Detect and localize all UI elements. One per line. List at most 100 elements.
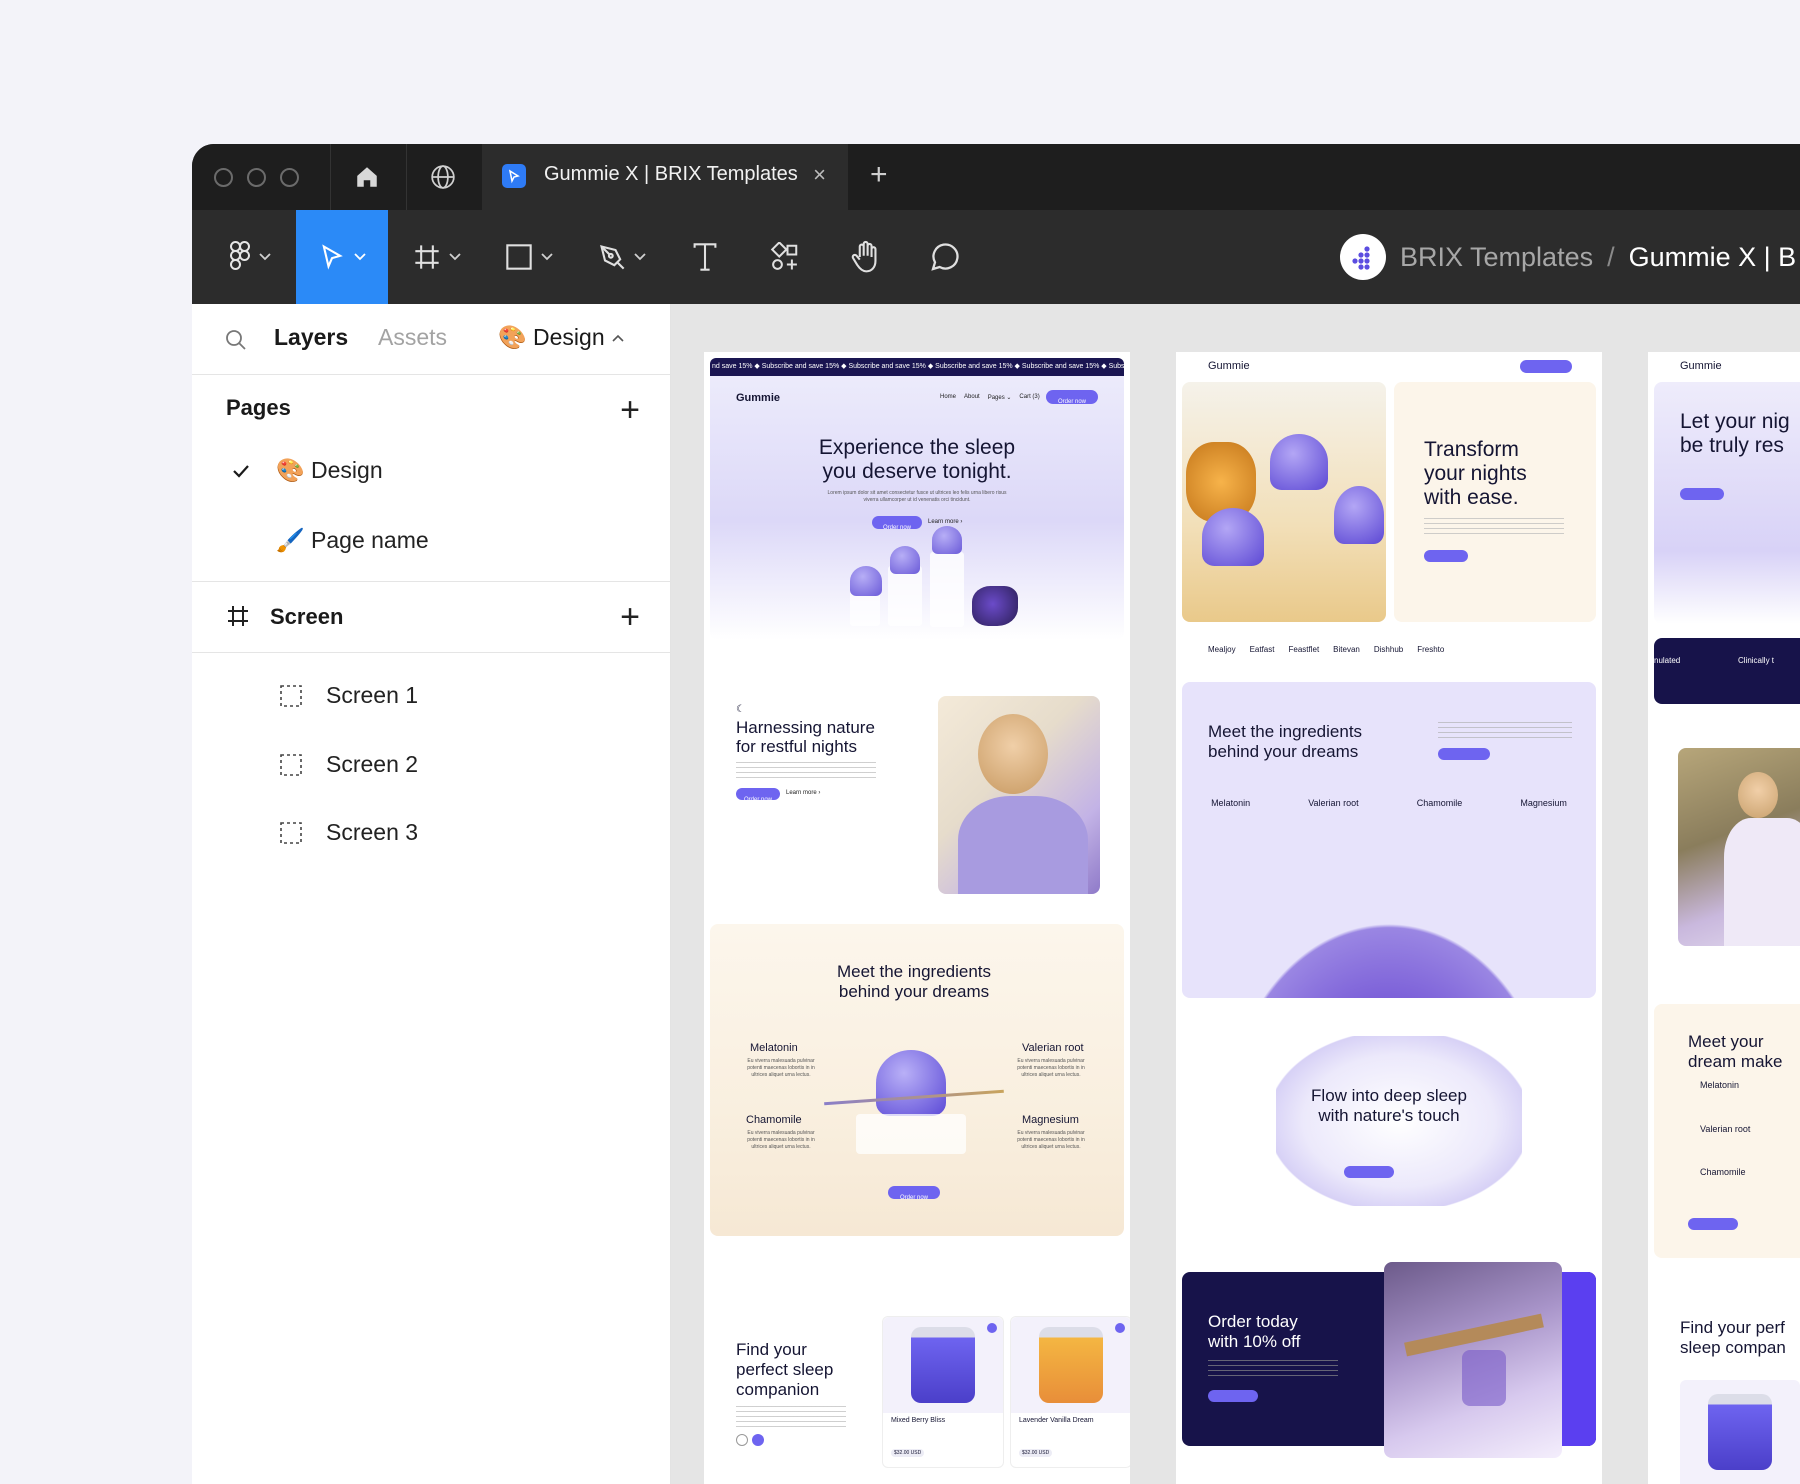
hero-title-line: Experience the sleep <box>818 436 1016 459</box>
product-name: Mixed Berry Bliss <box>891 1417 946 1424</box>
nav-about[interactable]: About <box>964 394 980 401</box>
tab-title: Gummie X | BRIX Templates <box>544 163 798 185</box>
woman-photo <box>938 696 1100 894</box>
figma-file-icon <box>502 164 526 188</box>
minimize-window-button[interactable] <box>247 168 266 187</box>
close-tab-icon[interactable]: × <box>813 162 826 188</box>
window-controls <box>214 168 299 187</box>
maximize-window-button[interactable] <box>280 168 299 187</box>
body-text-placeholder <box>1438 722 1572 740</box>
pen-tool-button[interactable] <box>586 210 658 304</box>
hero-title-line: you deserve tonight. <box>822 460 1012 483</box>
globe-icon[interactable] <box>428 162 458 192</box>
ingredients-cta-button[interactable]: Order now <box>888 1186 940 1201</box>
team-avatar[interactable] <box>1340 234 1386 280</box>
ingredient-valerian: Valerian root <box>1308 798 1359 808</box>
hero-learn-link[interactable]: Learn more › <box>928 519 962 525</box>
canvas[interactable]: nd save 15% ◆ Subscribe and save 15% ◆ S… <box>671 304 1800 1484</box>
shape-tool-button[interactable] <box>494 210 564 304</box>
screen-3-frame[interactable]: Gummie Let your nig be truly res nulated… <box>1648 352 1800 1484</box>
screen-2-frame[interactable]: Gummie Transform your nights with ease. … <box>1176 352 1602 1484</box>
screen-section-header[interactable]: Screen + <box>192 582 670 653</box>
hero-cta-button[interactable] <box>1680 488 1724 500</box>
resources-icon <box>770 242 798 270</box>
file-tab[interactable]: Gummie X | BRIX Templates × <box>482 144 848 210</box>
moon-icon: ☾ <box>736 704 745 715</box>
tab-assets[interactable]: Assets <box>378 324 447 351</box>
page-item-design[interactable]: 🎨 Design <box>232 457 383 484</box>
brix-logo-icon <box>1352 246 1370 270</box>
ingredients-cta-button[interactable] <box>1438 748 1490 760</box>
tab-design[interactable]: 🎨 Design <box>498 324 605 351</box>
dream-title: Meet your dream make <box>1688 1032 1782 1072</box>
chevron-up-icon[interactable] <box>612 334 624 342</box>
close-window-button[interactable] <box>214 168 233 187</box>
breadcrumb-file[interactable]: Gummie X | B <box>1629 242 1797 273</box>
carousel-prev-button[interactable] <box>736 1434 748 1446</box>
dream-makers-section: Meet your dream make Melatonin Valerian … <box>1654 1004 1800 1258</box>
product-card[interactable]: Mixed Berry Bliss $32.00 USD <box>882 1316 1004 1468</box>
feature-label: nulated <box>1654 656 1681 665</box>
text-icon <box>693 243 717 271</box>
layer-label: Screen 2 <box>326 751 419 777</box>
page-item-page-name[interactable]: 🖌️ Page name <box>276 527 429 554</box>
resources-tool-button[interactable] <box>760 210 810 304</box>
layer-screen-3[interactable]: Screen 3 <box>280 819 418 846</box>
transform-cta-button[interactable] <box>1424 550 1468 562</box>
breadcrumb: BRIX Templates / Gummie X | B <box>1340 234 1796 280</box>
search-icon[interactable] <box>224 328 248 352</box>
screen-title: Screen <box>270 604 344 629</box>
add-to-cart-icon[interactable] <box>1115 1323 1125 1333</box>
breadcrumb-team[interactable]: BRIX Templates <box>1400 242 1593 273</box>
text-tool-button[interactable] <box>680 210 730 304</box>
add-to-cart-icon[interactable] <box>987 1323 997 1333</box>
move-tool-button[interactable] <box>296 210 388 304</box>
brand-logo: Gummie <box>1208 360 1250 372</box>
product-card[interactable] <box>1680 1380 1800 1484</box>
hero-section: Let your nig be truly res <box>1654 382 1800 624</box>
chevron-down-icon <box>634 253 646 261</box>
hero-cta-button[interactable]: Order now <box>872 516 922 531</box>
nav-home[interactable]: Home <box>940 394 956 401</box>
layer-label: Screen 1 <box>326 682 419 708</box>
title-line: Transform <box>1424 438 1519 461</box>
new-tab-button[interactable]: + <box>870 158 888 192</box>
partner-logo: Bitevan <box>1333 645 1360 654</box>
frame-tool-button[interactable] <box>402 210 472 304</box>
nature-cta-button[interactable]: Order now <box>736 788 780 803</box>
ingredient-valerian: Valerian root <box>1700 1124 1751 1134</box>
cta-label: Order now <box>1057 399 1086 405</box>
title-line: Find your <box>736 1340 807 1359</box>
panel-tabs: Layers Assets 🎨 Design <box>192 304 670 375</box>
find-title: Find your perfect sleep companion <box>736 1340 833 1400</box>
home-icon[interactable] <box>352 162 382 192</box>
layer-screen-1[interactable]: Screen 1 <box>280 682 418 709</box>
ingredient-melatonin: Melatonin <box>1700 1080 1740 1090</box>
pen-icon <box>600 245 625 270</box>
layer-screen-2[interactable]: Screen 2 <box>280 751 418 778</box>
nav-cart[interactable]: Cart (3) <box>1019 394 1039 401</box>
comment-tool-button[interactable] <box>918 210 972 304</box>
dream-cta-button[interactable] <box>1688 1218 1738 1230</box>
tab-layers[interactable]: Layers <box>274 324 348 351</box>
order-cta-button[interactable] <box>1208 1390 1258 1402</box>
layers-panel: Layers Assets 🎨 Design Pages + 🎨 Design … <box>192 304 671 1484</box>
nav-cta-button[interactable] <box>1520 360 1572 373</box>
main-menu-button[interactable] <box>214 210 286 304</box>
carousel-next-button[interactable] <box>752 1434 764 1446</box>
add-page-button[interactable]: + <box>620 393 640 427</box>
frame-layer-icon <box>280 684 302 707</box>
title-line: dream make <box>1688 1052 1783 1071</box>
divider <box>406 144 407 210</box>
screen-1-frame[interactable]: nd save 15% ◆ Subscribe and save 15% ◆ S… <box>704 352 1130 1484</box>
ingredient-valerian: Valerian root <box>1022 1042 1084 1054</box>
flow-cta-button[interactable] <box>1344 1166 1394 1178</box>
nav-pages[interactable]: Pages ⌄ <box>988 394 1012 401</box>
nature-learn-link[interactable]: Learn more › <box>786 790 820 796</box>
pages-section: Pages + 🎨 Design 🖌️ Page name <box>192 375 670 582</box>
hand-tool-button[interactable] <box>838 210 892 304</box>
add-screen-button[interactable]: + <box>620 600 640 634</box>
product-card[interactable]: Lavender Vanilla Dream $32.00 USD <box>1010 1316 1130 1468</box>
nav-cta-button[interactable]: Order now <box>1046 390 1098 405</box>
page-label: 🎨 Design <box>276 457 383 483</box>
